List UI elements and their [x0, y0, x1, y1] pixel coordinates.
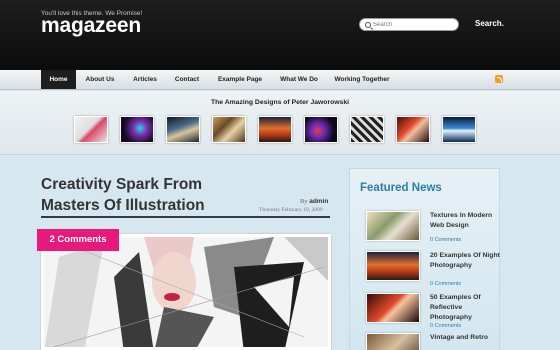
title-divider [41, 216, 330, 218]
gallery-thumb[interactable] [74, 116, 108, 143]
news-item[interactable]: 50 Examples Of Reflective Photography 0 … [366, 293, 496, 329]
nav-item-working-together[interactable]: Working Together [330, 70, 394, 89]
site-logo[interactable]: magazeen [41, 14, 141, 38]
post-feature-image [41, 234, 331, 350]
search-input[interactable] [373, 20, 453, 30]
news-thumb[interactable] [366, 333, 420, 350]
gallery-title: The Amazing Designs of Peter Jaworowski [211, 99, 349, 106]
nav-item-about-us[interactable]: About Us [80, 70, 120, 89]
gallery-thumb[interactable] [396, 116, 430, 143]
site-header: You'll love this theme. We Promise! maga… [0, 0, 560, 70]
nav-item-articles[interactable]: Articles [126, 70, 164, 89]
news-comments[interactable]: 0 Comments [430, 237, 461, 243]
sidebar-title: Featured News [360, 182, 442, 194]
post-author[interactable]: admin [309, 198, 328, 205]
comments-badge[interactable]: 2 Comments [37, 229, 119, 251]
news-comments[interactable]: 0 Comments [430, 323, 461, 329]
nav-item-contact[interactable]: Contact [168, 70, 206, 89]
news-title[interactable]: 50 Examples Of Reflective Photography [430, 293, 500, 323]
post-title[interactable]: Creativity Spark From Masters Of Illustr… [41, 174, 241, 216]
main-nav: Home About Us Articles Contact Example P… [0, 70, 560, 90]
search-button[interactable]: Search. [475, 19, 504, 28]
gallery-thumb[interactable] [442, 116, 476, 143]
news-title[interactable]: Vintage and Retro [430, 333, 500, 343]
news-thumb[interactable] [366, 293, 420, 323]
news-title[interactable]: Textures In Modern Web Design [430, 211, 500, 231]
search-box[interactable] [359, 18, 459, 31]
nav-item-example-page[interactable]: Example Page [212, 70, 268, 89]
byline-prefix: By [300, 198, 308, 205]
search-icon [365, 22, 371, 28]
gallery-thumb[interactable] [120, 116, 154, 143]
rss-icon[interactable] [495, 75, 503, 83]
post-date: Thursday February 19, 2009 [259, 207, 323, 213]
gallery-thumb[interactable] [166, 116, 200, 143]
news-comments[interactable]: 0 Comments [430, 281, 461, 287]
gallery-thumb[interactable] [304, 116, 338, 143]
illustration-artwork [44, 237, 328, 347]
nav-item-home[interactable]: Home [41, 70, 76, 89]
news-title[interactable]: 20 Examples Of Night Photography [430, 251, 500, 271]
featured-gallery: The Amazing Designs of Peter Jaworowski [0, 91, 560, 155]
gallery-thumb[interactable] [350, 116, 384, 143]
news-item[interactable]: Textures In Modern Web Design 0 Comments [366, 211, 496, 245]
news-thumb[interactable] [366, 251, 420, 281]
gallery-thumb[interactable] [258, 116, 292, 143]
gallery-thumb[interactable] [212, 116, 246, 143]
news-thumb[interactable] [366, 211, 420, 241]
sidebar-featured-news: Featured News Textures In Modern Web Des… [349, 168, 500, 350]
news-item[interactable]: 20 Examples Of Night Photography 0 Comme… [366, 251, 500, 287]
news-item[interactable]: Vintage and Retro [366, 333, 496, 350]
nav-item-what-we-do[interactable]: What We Do [274, 70, 324, 89]
post-byline: By admin [300, 198, 328, 205]
